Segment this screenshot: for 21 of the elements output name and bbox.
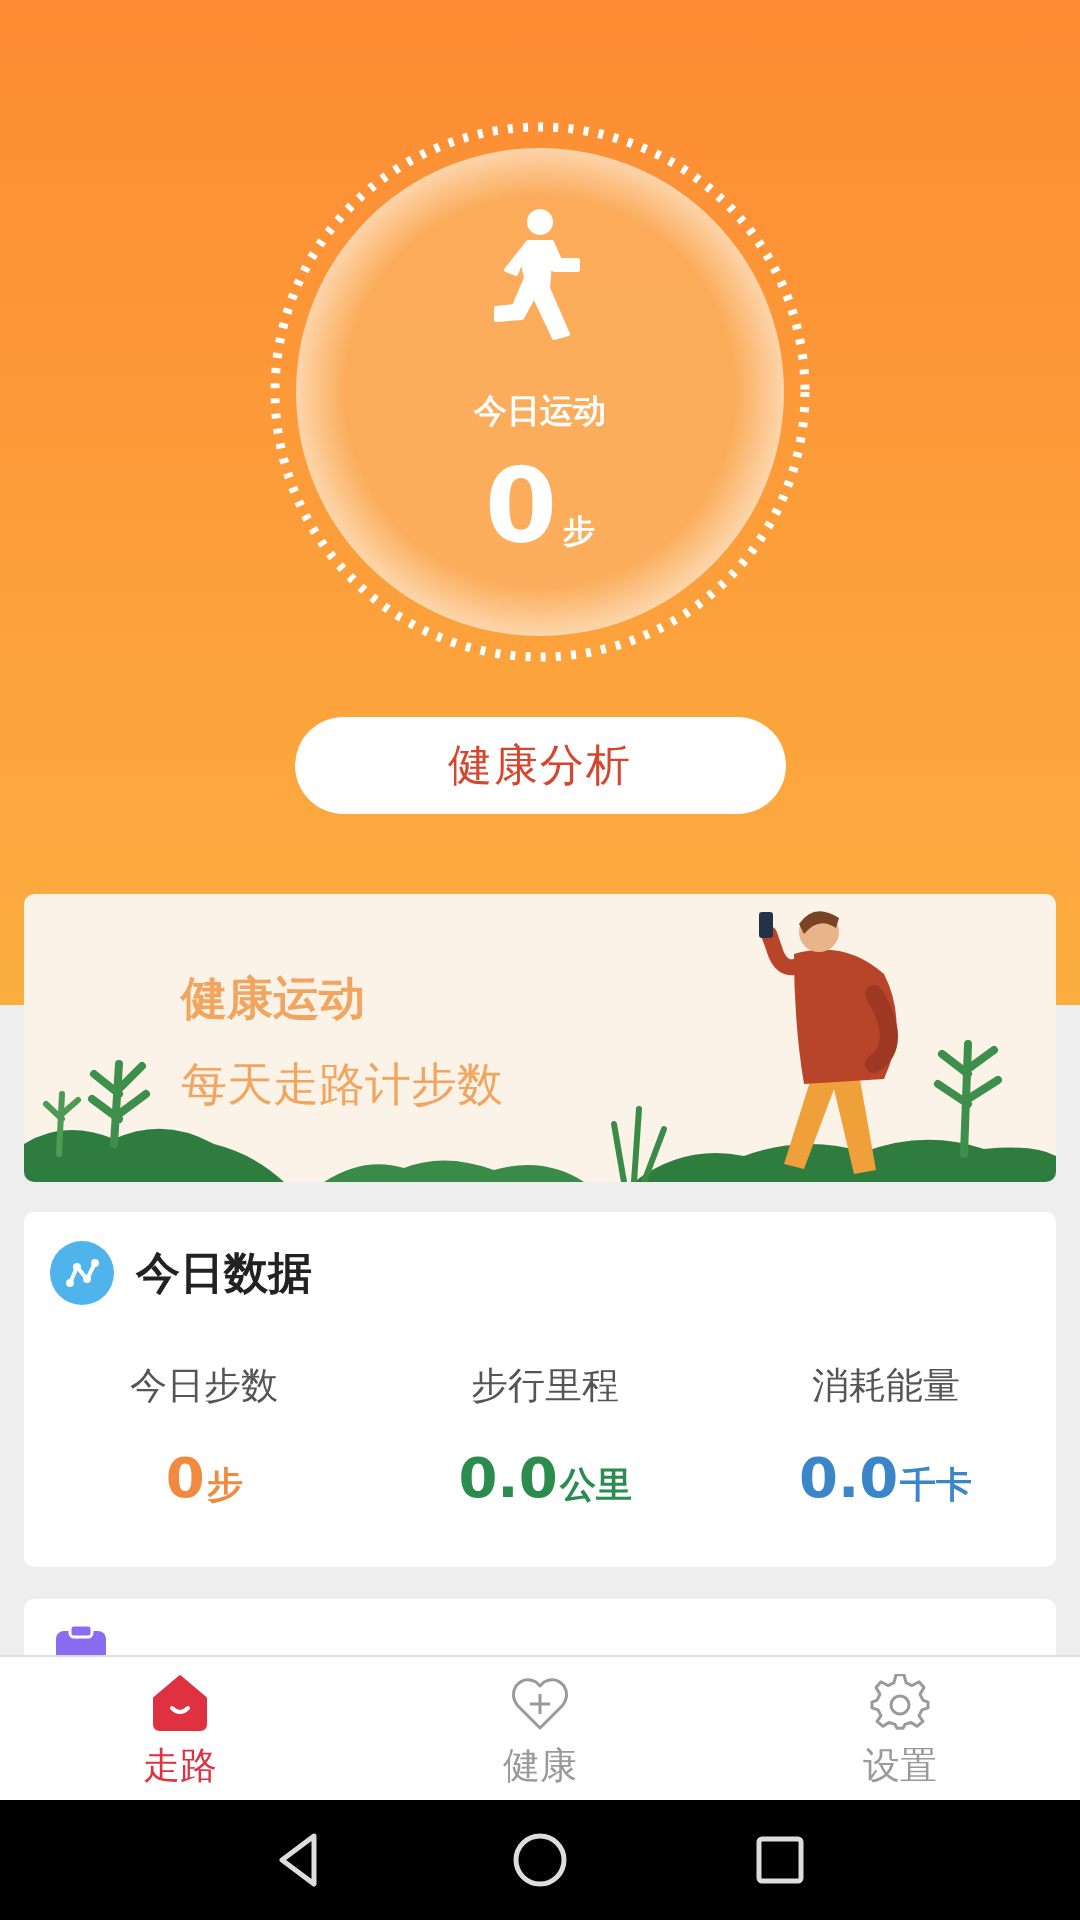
tab-item[interactable]: 走路 <box>0 1657 360 1800</box>
tab-item[interactable]: 设置 <box>720 1657 1080 1800</box>
stat-label: 步行里程 <box>471 1363 619 1409</box>
step-count: 0 <box>484 451 558 561</box>
stat-label: 今日步数 <box>130 1363 279 1409</box>
card-title: 今日数据 <box>136 1245 312 1300</box>
health-analysis-button[interactable]: 健康分析 <box>294 717 786 814</box>
home-icon <box>150 1674 210 1732</box>
stat-unit: 步 <box>206 1463 243 1507</box>
tab-item[interactable]: 健康 <box>360 1657 720 1800</box>
banner-slogan: 每天走路计步数 <box>181 1056 503 1112</box>
banner-headline: 健康运动 <box>181 970 365 1026</box>
step-unit: 步 <box>563 511 596 552</box>
stat-value: 0.0 <box>799 1446 899 1510</box>
stat-value: 0.0 <box>458 1446 558 1510</box>
stat-unit: 千卡 <box>900 1463 973 1507</box>
stat-value: 0 <box>165 1446 205 1510</box>
hero-title: 今日运动 <box>474 391 606 431</box>
stat-unit: 公里 <box>559 1463 632 1507</box>
settings-icon <box>870 1674 930 1732</box>
stat-label: 消耗能量 <box>811 1363 960 1409</box>
